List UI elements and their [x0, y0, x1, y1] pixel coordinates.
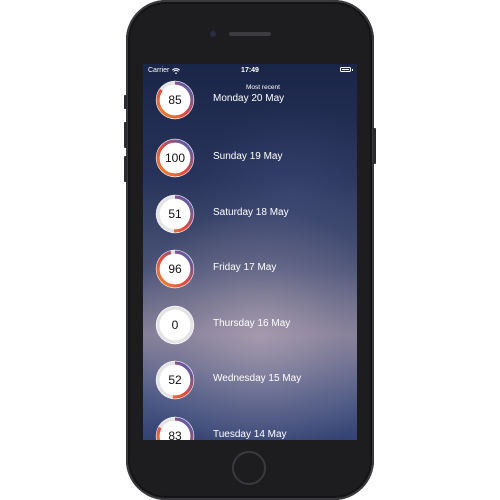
- earpiece-speaker: [229, 32, 271, 36]
- list-item[interactable]: 83 Tuesday 14 May: [143, 412, 357, 440]
- entry-date: Thursday 16 May: [213, 318, 291, 329]
- score-value: 96: [168, 262, 182, 276]
- entry-date: Saturday 18 May: [213, 207, 289, 218]
- list-item[interactable]: 100 Sunday 19 May: [143, 134, 357, 184]
- score-value: 83: [168, 429, 182, 440]
- list-item[interactable]: 0 Thursday 16 May: [143, 301, 357, 351]
- volume-down-button: [124, 156, 127, 182]
- volume-up-button: [124, 122, 127, 148]
- entry-date: Sunday 19 May: [213, 151, 283, 162]
- list-item[interactable]: 51 Saturday 18 May: [143, 190, 357, 240]
- power-button: [373, 128, 376, 164]
- list-item[interactable]: 52 Wednesday 15 May: [143, 356, 357, 406]
- entry-date: Tuesday 14 May: [213, 429, 287, 440]
- entry-date: Friday 17 May: [213, 262, 277, 273]
- status-time: 17:49: [241, 67, 259, 74]
- section-title: Most recent: [246, 84, 280, 91]
- score-value: 0: [171, 318, 179, 332]
- score-value: 100: [164, 151, 186, 165]
- battery-icon: [340, 67, 353, 72]
- entry-date: Wednesday 15 May: [213, 373, 302, 384]
- status-bar: Carrier 17:49: [143, 64, 357, 78]
- score-value: 52: [168, 373, 182, 387]
- score-value: 85: [168, 93, 182, 107]
- entry-date: Monday 20 May: [213, 93, 285, 104]
- history-list[interactable]: 85 Monday 20 May 100 Sunday 19 May 51 Sa…: [143, 64, 357, 440]
- app-screen: 85 Monday 20 May 100 Sunday 19 May 51 Sa…: [143, 64, 357, 440]
- front-camera: [210, 31, 216, 37]
- mute-switch: [124, 95, 127, 109]
- home-button[interactable]: [232, 451, 266, 485]
- score-value: 51: [168, 207, 182, 221]
- list-item[interactable]: 96 Friday 17 May: [143, 245, 357, 295]
